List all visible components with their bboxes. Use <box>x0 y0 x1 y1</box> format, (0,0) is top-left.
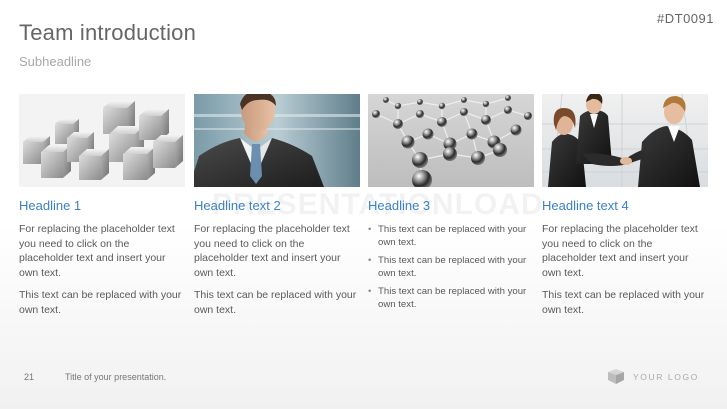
page-number: 21 <box>24 372 35 382</box>
team-column-3: Headline 3 This text can be replaced wit… <box>368 94 534 316</box>
column-4-paragraph-1: For replacing the placeholder text you n… <box>542 223 698 279</box>
column-3-bullet-list: This text can be replaced with your own … <box>368 223 534 311</box>
logo-text: YOUR LOGO <box>633 371 699 382</box>
business-handshake-image <box>542 94 708 187</box>
headline-2: Headline text 2 <box>194 198 281 213</box>
headline-3: Headline 3 <box>368 198 431 213</box>
slide: Team introduction Subheadline #DT0091 PR… <box>0 0 727 409</box>
column-2-paragraph-2: This text can be replaced with your own … <box>194 289 357 316</box>
column-3-bullet-3: This text can be replaced with your own … <box>368 285 534 311</box>
column-3-bullet-2: This text can be replaced with your own … <box>368 254 534 280</box>
logo: YOUR LOGO <box>607 369 699 384</box>
column-4-paragraph-2: This text can be replaced with your own … <box>542 289 705 316</box>
column-1-paragraph-2: This text can be replaced with your own … <box>19 289 182 316</box>
column-3-bullet-1: This text can be replaced with your own … <box>368 223 534 249</box>
team-column-1: Headline 1 For replacing the placeholder… <box>19 94 185 317</box>
headline-4: Headline text 4 <box>542 198 629 213</box>
slide-title: Team introduction <box>19 20 197 45</box>
column-1-paragraph-1: For replacing the placeholder text you n… <box>19 223 175 279</box>
businessman-portrait-image <box>194 94 360 187</box>
presentation-title: Title of your presentation. <box>65 372 167 382</box>
network-spheres-image <box>368 94 534 187</box>
slide-subtitle: Subheadline <box>19 54 92 69</box>
headline-1: Headline 1 <box>19 198 82 213</box>
silver-cubes-image <box>19 94 185 187</box>
team-column-2: Headline text 2 For replacing the placeh… <box>194 94 360 317</box>
slide-code: #DT0091 <box>657 11 714 26</box>
logo-icon <box>608 369 624 384</box>
team-column-4: Headline text 4 For replacing the placeh… <box>542 94 708 317</box>
column-2-paragraph-1: For replacing the placeholder text you n… <box>194 223 350 279</box>
